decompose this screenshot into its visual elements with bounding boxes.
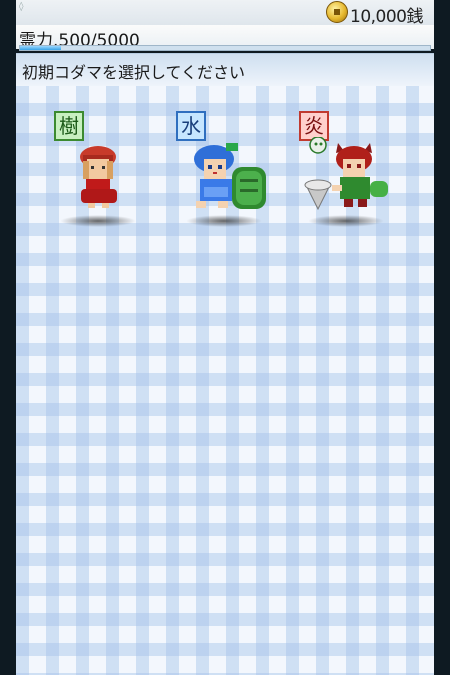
reiryoku-gauge-fill (20, 46, 61, 50)
coin-icon (326, 1, 348, 23)
reiryoku-gauge (19, 45, 431, 51)
game-screen: ◊ 10,000銭 霊力.500/5000 初期コダマを選択してください 樹 水… (16, 0, 434, 675)
money-counter: 10,000銭 (350, 7, 423, 27)
instruction-bar: 初期コダマを選択してください (16, 53, 434, 87)
kodama-option-water[interactable]: 水 (174, 111, 274, 227)
wood-kodama-sprite (80, 146, 117, 208)
instruction-text: 初期コダマを選択してください (22, 63, 246, 82)
kodama-option-wood[interactable]: 樹 (48, 111, 148, 227)
fire-kodama-sprite (304, 137, 388, 211)
top-bar: ◊ 10,000銭 (16, 0, 434, 27)
selection-field: 樹 水 炎 (16, 86, 434, 675)
corner-marker-icon: ◊ (19, 2, 24, 12)
kodama-option-fire[interactable]: 炎 (296, 111, 396, 227)
water-kodama-sprite (194, 143, 266, 209)
